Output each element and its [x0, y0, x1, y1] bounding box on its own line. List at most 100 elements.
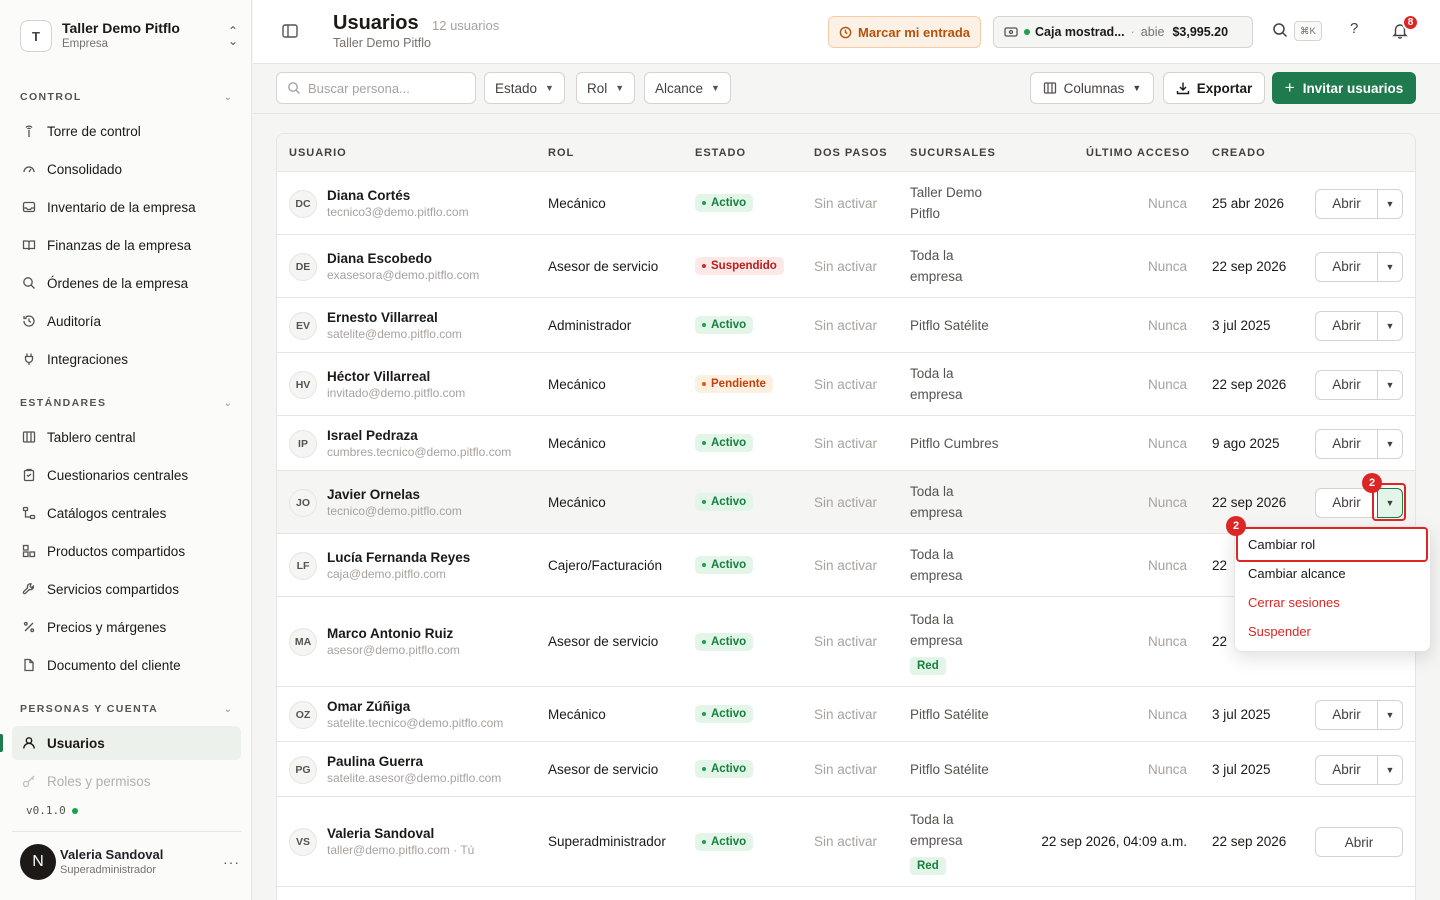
menu-item-cambiar-rol[interactable]: Cambiar rol — [1248, 537, 1315, 552]
sidebar-toggle-icon[interactable] — [281, 22, 301, 42]
sidebar-item-catalogos[interactable]: Catálogos centrales — [12, 496, 241, 530]
user-name[interactable]: Paulina Guerra — [327, 753, 501, 770]
help-icon[interactable]: ? — [1350, 20, 1358, 37]
status-dot — [702, 639, 706, 644]
branch-cell: Pitflo Satélite — [910, 298, 1020, 352]
menu-item-cerrar-sesiones[interactable]: Cerrar sesiones — [1248, 595, 1340, 610]
user-name[interactable]: Ernesto Villarreal — [327, 309, 462, 326]
columns-button[interactable]: Columnas ▼ — [1030, 72, 1154, 104]
check-in-button[interactable]: Marcar mi entrada — [828, 16, 981, 48]
table-row[interactable]: IP Israel Pedraza cumbres.tecnico@demo.pit… — [277, 416, 1415, 471]
filter-alcance[interactable]: Alcance ▼ — [644, 72, 731, 104]
status-dot — [702, 382, 706, 386]
sidebar-item-finanzas[interactable]: Finanzas de la empresa — [12, 228, 241, 262]
filter-rol[interactable]: Rol ▼ — [576, 72, 636, 104]
col-ultimo-acceso[interactable]: ÚLTIMO ACCESO — [1086, 147, 1190, 159]
status-badge: Activo — [695, 194, 754, 212]
user-name[interactable]: Lucía Fernanda Reyes — [327, 549, 470, 566]
user-name[interactable]: Israel Pedraza — [327, 427, 511, 444]
breadcrumb[interactable]: Taller Demo Pitflo — [333, 36, 431, 50]
user-email: invitado@demo.pitflo.com — [327, 385, 466, 400]
created-date: 3 jul 2025 — [1212, 761, 1271, 777]
section-control[interactable]: CONTROL ⌄ — [20, 89, 232, 105]
open-button[interactable]: Abrir — [1315, 754, 1377, 785]
cash-register-status[interactable]: Caja mostrad... · abie $3,995.20 — [993, 16, 1253, 48]
row-menu-chevron-icon[interactable]: ▼ — [1377, 754, 1403, 785]
open-button[interactable]: Abrir — [1315, 699, 1377, 730]
section-personas[interactable]: PERSONAS Y CUENTA ⌄ — [20, 701, 232, 717]
created-date: 25 abr 2026 — [1212, 195, 1285, 211]
sidebar-item-usuarios[interactable]: Usuarios — [12, 726, 241, 760]
sidebar-item-precios[interactable]: Precios y márgenes — [12, 610, 241, 644]
export-button[interactable]: Exportar — [1163, 72, 1265, 104]
row-menu-chevron-icon[interactable]: ▼ — [1377, 369, 1403, 400]
chevron-down-icon: ⌄ — [223, 91, 232, 103]
col-rol[interactable]: ROL — [548, 147, 574, 159]
search-input[interactable] — [308, 80, 468, 96]
two-step-status: Sin activar — [814, 376, 878, 392]
current-user[interactable]: N Valeria Sandoval Superadministrador ··… — [20, 842, 240, 882]
open-button[interactable]: Abrir — [1315, 369, 1377, 400]
sidebar-item-cuestionarios[interactable]: Cuestionarios centrales — [12, 458, 241, 492]
sidebar-item-servicios[interactable]: Servicios compartidos — [12, 572, 241, 606]
user-role: Mecánico — [548, 435, 606, 451]
invite-users-button[interactable]: + Invitar usuarios — [1272, 72, 1416, 104]
sidebar-item-torre[interactable]: Torre de control — [12, 114, 241, 148]
table-row[interactable]: DE Diana Escobedo exasesora@demo.pitflo.co… — [277, 235, 1415, 298]
user-count: 12 usuarios — [432, 18, 500, 33]
sidebar-item-productos[interactable]: Productos compartidos — [12, 534, 241, 568]
created-date: 22 sep 2026 — [1212, 258, 1287, 274]
sidebar-item-documento[interactable]: Documento del cliente — [12, 648, 241, 682]
user-name[interactable]: Diana Escobedo — [327, 250, 479, 267]
sidebar-item-integraciones[interactable]: Integraciones — [12, 342, 241, 376]
user-role: Asesor de servicio — [548, 634, 659, 649]
sidebar-item-auditoria[interactable]: Auditoría — [12, 304, 241, 338]
open-button[interactable]: Abrir — [1315, 188, 1377, 219]
row-menu-chevron-icon[interactable]: ▼ — [1377, 487, 1403, 518]
section-estandares[interactable]: ESTÁNDARES ⌄ — [20, 395, 232, 411]
user-name[interactable]: Marco Antonio Ruiz — [327, 625, 460, 642]
user-name[interactable]: Javier Ornelas — [327, 486, 462, 503]
col-sucursales[interactable]: SUCURSALES — [910, 147, 996, 159]
search-icon[interactable] — [1272, 22, 1288, 43]
key-icon — [21, 773, 37, 789]
branch-line: empresa — [910, 632, 963, 648]
sidebar-item-ordenes[interactable]: Órdenes de la empresa — [12, 266, 241, 300]
sidebar-item-inventario[interactable]: Inventario de la empresa — [12, 190, 241, 224]
open-button[interactable]: Abrir — [1315, 428, 1377, 459]
col-usuario[interactable]: USUARIO — [289, 147, 347, 159]
user-name[interactable]: Héctor Villarreal — [327, 368, 465, 385]
top-header: Usuarios 12 usuarios Taller Demo Pitflo … — [253, 0, 1440, 64]
table-row[interactable]: DC Diana Cortés tecnico3@demo.pitflo.com Me… — [277, 172, 1415, 235]
row-menu-chevron-icon[interactable]: ▼ — [1377, 428, 1403, 459]
sidebar-item-roles[interactable]: Roles y permisos — [12, 764, 241, 798]
table-row[interactable]: VS Valeria Sandoval taller@demo.pitflo.com… — [277, 797, 1415, 887]
user-name[interactable]: Diana Cortés — [327, 187, 469, 204]
more-icon[interactable]: ··· — [223, 854, 240, 870]
row-menu-chevron-icon[interactable]: ▼ — [1377, 251, 1403, 282]
col-dos-pasos[interactable]: DOS PASOS — [814, 147, 888, 159]
two-step-status: Sin activar — [814, 258, 878, 274]
open-button[interactable]: Abrir — [1315, 310, 1377, 341]
col-creado[interactable]: CREADO — [1212, 147, 1266, 159]
filter-estado[interactable]: Estado ▼ — [484, 72, 565, 104]
user-name[interactable]: Valeria Sandoval — [327, 825, 474, 842]
company-switcher[interactable]: T Taller Demo Pitflo Empresa ⌃ ⌄ — [20, 18, 240, 54]
sidebar-item-tablero[interactable]: Tablero central — [12, 420, 241, 454]
row-menu-chevron-icon[interactable]: ▼ — [1377, 699, 1403, 730]
table-row[interactable]: HV Héctor Villarreal invitado@demo.pitflo.… — [277, 353, 1415, 416]
search-icon — [287, 81, 301, 95]
sidebar-item-consolidado[interactable]: Consolidado — [12, 152, 241, 186]
open-button[interactable]: Abrir — [1315, 827, 1403, 857]
menu-item-suspender[interactable]: Suspender — [1248, 624, 1311, 639]
table-row[interactable]: EV Ernesto Villarreal satelite@demo.pitflo… — [277, 298, 1415, 353]
search-box[interactable] — [276, 72, 476, 104]
user-name[interactable]: Omar Zúñiga — [327, 698, 503, 715]
row-menu-chevron-icon[interactable]: ▼ — [1377, 310, 1403, 341]
table-row[interactable]: PG Paulina Guerra satelite.asesor@demo.pit… — [277, 742, 1415, 797]
table-row[interactable]: OZ Omar Zúñiga satelite.tecnico@demo.pitfl… — [277, 687, 1415, 742]
menu-item-cambiar-alcance[interactable]: Cambiar alcance — [1248, 566, 1346, 581]
open-button[interactable]: Abrir — [1315, 251, 1377, 282]
row-menu-chevron-icon[interactable]: ▼ — [1377, 188, 1403, 219]
col-estado[interactable]: ESTADO — [695, 147, 746, 159]
